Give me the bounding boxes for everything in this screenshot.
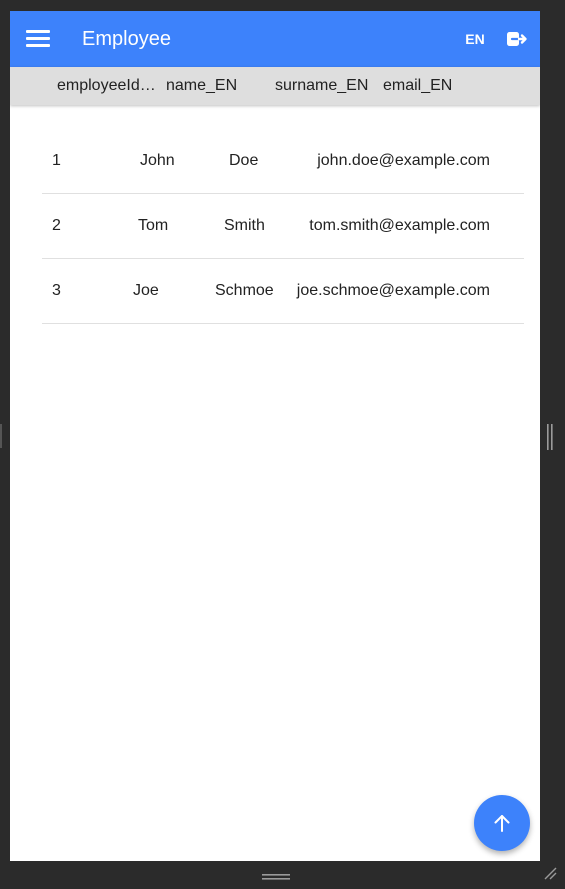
cell-name: Joe (133, 282, 159, 299)
cell-surname: Doe (229, 152, 259, 169)
left-resize-handle[interactable] (0, 424, 4, 448)
cell-employee-id: 2 (52, 217, 61, 234)
right-resize-handle[interactable] (547, 424, 553, 450)
cell-surname: Smith (224, 217, 265, 234)
device-frame: Employee EN employeeId… name_EN surname_… (10, 11, 540, 861)
table-row[interactable]: 1 John Doe john.doe@example.com (42, 129, 524, 194)
logout-icon (507, 32, 527, 46)
logout-button[interactable] (504, 27, 528, 51)
table-row[interactable]: 3 Joe Schmoe joe.schmoe@example.com (42, 259, 524, 324)
column-header-employee-id[interactable]: employeeId… (57, 67, 157, 105)
column-header-surname[interactable]: surname_EN (275, 67, 379, 105)
page-title: Employee (82, 28, 171, 50)
cell-name: Tom (138, 217, 169, 234)
scroll-to-top-button[interactable] (474, 795, 530, 851)
language-button[interactable]: EN (458, 29, 492, 49)
column-header-name[interactable]: name_EN (166, 67, 262, 105)
cell-employee-id: 1 (52, 152, 61, 169)
hamburger-menu-icon[interactable] (26, 30, 50, 48)
table-header: employeeId… name_EN surname_EN email_EN (10, 67, 540, 105)
cell-email: joe.schmoe@example.com (296, 282, 490, 299)
table-body: 1 John Doe john.doe@example.com 2 Tom Sm… (42, 129, 524, 324)
cell-name: John (140, 152, 175, 169)
app-bar: Employee EN (10, 11, 540, 67)
bottom-resize-handle[interactable] (262, 868, 290, 880)
column-header-email[interactable]: email_EN (383, 67, 483, 105)
cell-email: tom.smith@example.com (309, 217, 490, 234)
cell-employee-id: 3 (52, 282, 61, 299)
arrow-up-icon (494, 815, 510, 832)
cell-email: john.doe@example.com (317, 152, 490, 169)
resize-corner-icon[interactable] (543, 866, 557, 880)
table-row[interactable]: 2 Tom Smith tom.smith@example.com (42, 194, 524, 259)
cell-surname: Schmoe (215, 282, 274, 299)
